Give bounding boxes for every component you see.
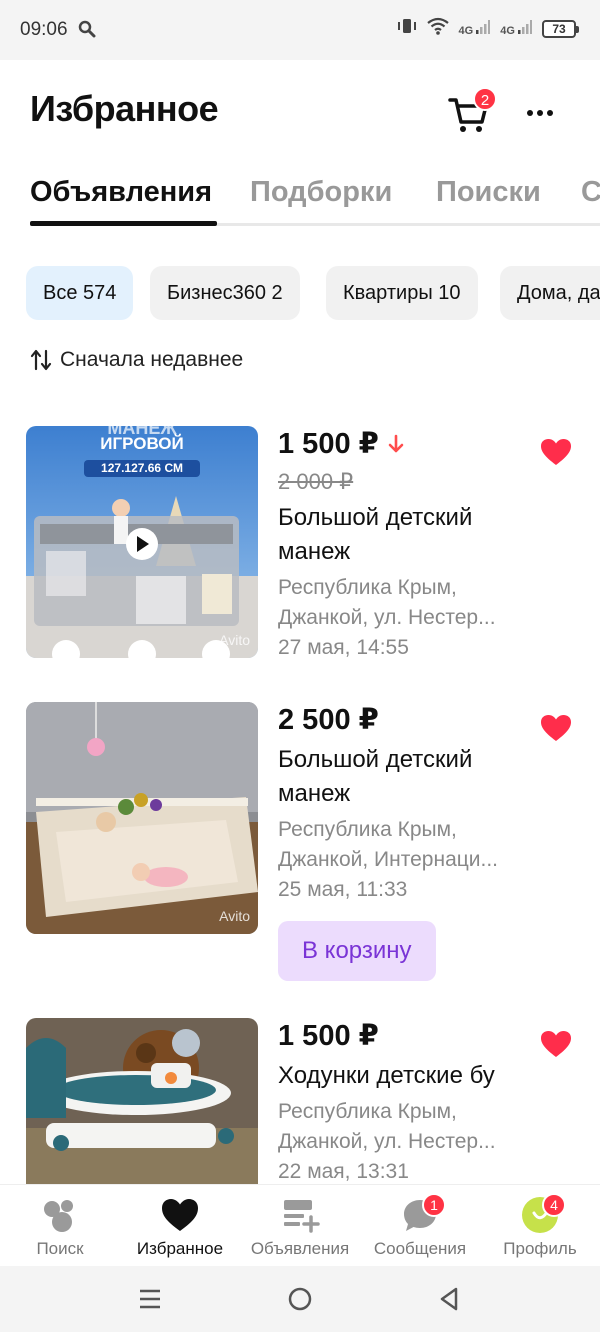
- favorite-heart-icon[interactable]: [540, 1030, 572, 1063]
- more-options-button[interactable]: [524, 98, 556, 128]
- network-indicator-1: 4G: [459, 20, 491, 37]
- battery-indicator: 73: [542, 19, 579, 38]
- chip-business360[interactable]: Бизнес360 2: [150, 266, 300, 320]
- wifi-icon: [426, 17, 449, 40]
- home-icon[interactable]: [287, 1286, 313, 1317]
- heart-icon: [160, 1195, 200, 1235]
- listing-info: 2 500 ₽ Большой детский манеж Республика…: [278, 702, 528, 981]
- listing-price: 1 500 ₽: [278, 1020, 379, 1052]
- listing-card[interactable]: МАНЕЖ ИГРОВОЙ 127.127.66 СМ Avito 1 500 …: [26, 426, 600, 660]
- sort-control[interactable]: Сначала недавнее: [30, 348, 243, 372]
- favorite-heart-icon[interactable]: [540, 714, 572, 747]
- listing-price-row: 2 500 ₽: [278, 702, 528, 737]
- chip-all[interactable]: Все 574: [26, 266, 134, 320]
- status-time: 09:06: [20, 19, 68, 40]
- network-indicator-2: 4G: [500, 20, 532, 37]
- listing-info: 1 500 ₽ 2 000 ₽ Большой детский манеж Ре…: [278, 426, 528, 663]
- dot: [527, 110, 533, 116]
- nav-item-profile[interactable]: 4 Профиль: [480, 1185, 600, 1267]
- back-icon[interactable]: [438, 1286, 460, 1317]
- add-to-cart-button[interactable]: В корзину: [278, 921, 436, 981]
- listing-photo[interactable]: [26, 1018, 258, 1184]
- search-bubbles-icon: [40, 1195, 80, 1235]
- address-line-1: Республика Крым,: [278, 818, 457, 841]
- listing-date: 25 мая, 11:33: [278, 878, 408, 901]
- sort-label: Сначала недавнее: [60, 348, 244, 371]
- listing-card[interactable]: 1 500 ₽ Ходунки детские бу Республика Кр…: [26, 1018, 600, 1184]
- signal-icon: [476, 20, 491, 34]
- listing-title[interactable]: Большой детский манеж: [278, 501, 528, 569]
- listing-title[interactable]: Большой детский манеж: [278, 743, 528, 811]
- nav-label: Сообщения: [373, 1239, 467, 1258]
- nav-item-messages[interactable]: 1 Сообщения: [360, 1185, 480, 1267]
- tab-collections[interactable]: Подборки: [250, 176, 392, 209]
- listing-price: 1 500 ₽: [278, 428, 379, 460]
- recent-apps-icon[interactable]: [138, 1287, 162, 1316]
- page-title: Избранное: [30, 88, 219, 129]
- listing-price-row: 1 500 ₽: [278, 1018, 528, 1053]
- chip-houses[interactable]: Дома, дачи: [500, 266, 600, 320]
- address-line-1: Республика Крым,: [278, 576, 457, 599]
- sort-arrows-icon: [30, 349, 52, 371]
- listing-address: Республика Крым, Джанкой, ул. Нестер...: [278, 1097, 528, 1157]
- image-overlay-subtitle: ИГРОВОЙ: [100, 434, 184, 453]
- active-tab-indicator: [30, 221, 217, 226]
- network-label-1: 4G: [458, 25, 474, 37]
- nav-item-ads[interactable]: Объявления: [240, 1185, 360, 1267]
- status-bar: 09:06 4G 4G 73: [0, 0, 600, 60]
- cart-count-badge: 2: [473, 87, 497, 111]
- address-line-2: Джанкой, Интернаци...: [278, 848, 499, 871]
- listing-date: 27 мая, 14:55: [278, 636, 409, 659]
- listing-address: Республика Крым, Джанкой, ул. Нестер...: [278, 573, 528, 633]
- listing-old-price: 2 000 ₽: [278, 469, 354, 494]
- dot: [547, 110, 553, 116]
- listing-photo[interactable]: Avito: [26, 702, 258, 934]
- profile-badge: 4: [542, 1193, 566, 1217]
- avito-watermark: Avito: [219, 908, 250, 924]
- price-down-arrow-icon: [388, 434, 404, 452]
- listing-card[interactable]: Avito 2 500 ₽ Большой детский манеж Респ…: [26, 702, 600, 981]
- network-label-2: 4G: [500, 25, 515, 37]
- listing-address: Республика Крым, Джанкой, Интернаци...: [278, 815, 528, 875]
- listing-title[interactable]: Ходунки детские бу: [278, 1059, 528, 1093]
- tab-searches[interactable]: Поиски: [436, 176, 541, 209]
- tab-ads[interactable]: Объявления: [30, 176, 212, 209]
- system-navigation-bar: [0, 1266, 600, 1332]
- listing-info: 1 500 ₽ Ходунки детские бу Республика Кр…: [278, 1018, 528, 1184]
- listing-price: 2 500 ₽: [278, 704, 379, 736]
- bottom-navigation: Поиск Избранное Объявления 1 Сообщения 4…: [0, 1184, 600, 1266]
- address-line-2: Джанкой, ул. Нестер...: [278, 1130, 496, 1153]
- chip-apartments[interactable]: Квартиры 10: [326, 266, 478, 320]
- tab-comparisons[interactable]: Сравнения: [581, 176, 600, 209]
- vibrate-icon: [397, 17, 417, 40]
- nav-label: Избранное: [136, 1239, 224, 1258]
- dot: [537, 110, 543, 116]
- ads-icon: [280, 1195, 320, 1235]
- nav-item-favorites[interactable]: Избранное: [120, 1185, 240, 1267]
- image-overlay-size: 127.127.66 СМ: [101, 461, 183, 475]
- category-chips: Все 574 Бизнес360 2 Квартиры 10 Дома, да…: [26, 266, 600, 320]
- messages-badge: 1: [422, 1193, 446, 1217]
- nav-label: Профиль: [503, 1239, 577, 1258]
- address-line-2: Джанкой, ул. Нестер...: [278, 606, 496, 629]
- nav-label: Поиск: [36, 1239, 84, 1258]
- search-icon: [78, 20, 96, 43]
- listing-price-row: 1 500 ₽: [278, 426, 528, 461]
- favorite-heart-icon[interactable]: [540, 438, 572, 471]
- tabs: Объявления Подборки Поиски Сравнения: [30, 172, 600, 226]
- listing-date: 22 мая, 13:31: [278, 1160, 409, 1183]
- avito-watermark: Avito: [219, 632, 250, 648]
- nav-item-search[interactable]: Поиск: [0, 1185, 120, 1267]
- signal-icon: [518, 20, 532, 34]
- address-line-1: Республика Крым,: [278, 1100, 457, 1123]
- listing-photo[interactable]: МАНЕЖ ИГРОВОЙ 127.127.66 СМ Avito: [26, 426, 258, 658]
- nav-label: Объявления: [250, 1239, 350, 1258]
